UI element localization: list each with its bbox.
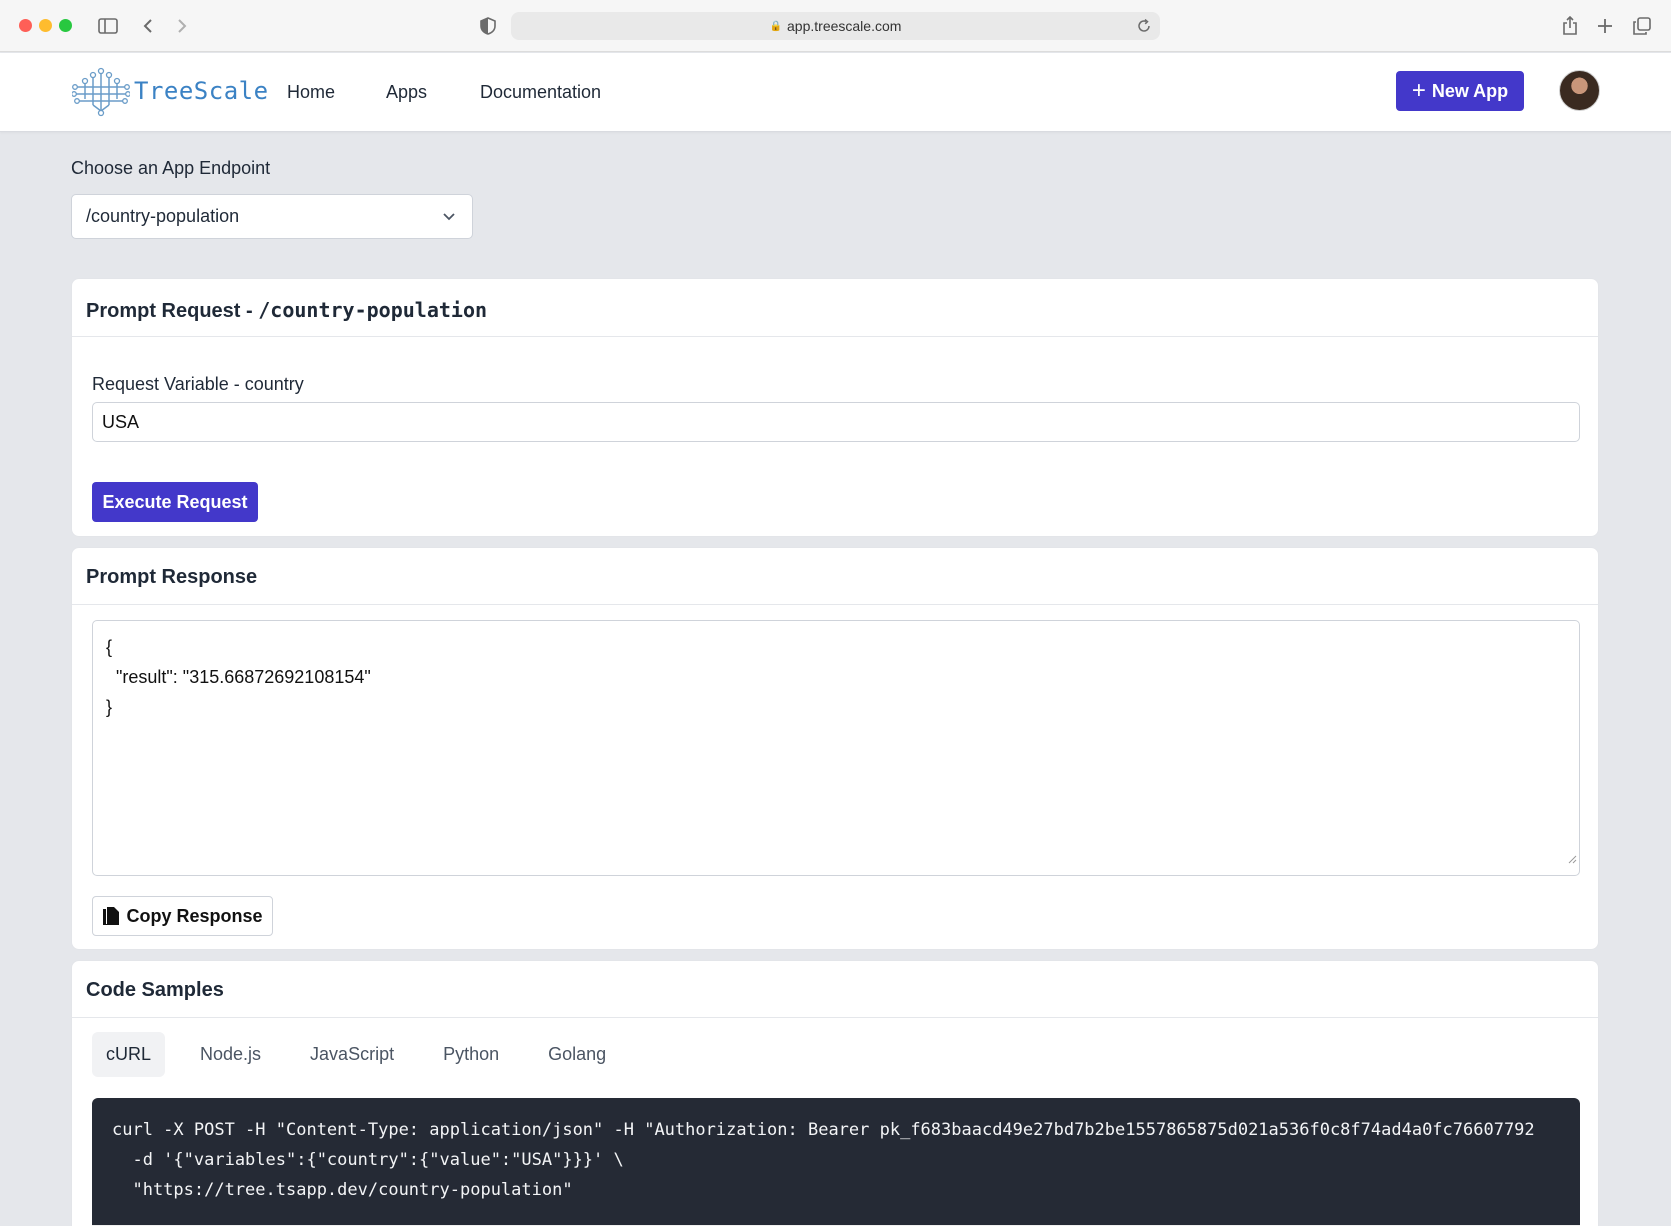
endpoint-label: Choose an App Endpoint: [71, 158, 271, 178]
lock-icon: 🔒: [769, 20, 783, 32]
window-close-dot[interactable]: [19, 19, 32, 32]
reload-icon[interactable]: [1134, 14, 1154, 38]
tab-javascript[interactable]: JavaScript: [296, 1032, 408, 1077]
treescale-logo[interactable]: TreeScale: [72, 65, 269, 117]
prompt-request-title-endpoint: /country-population: [258, 298, 488, 322]
tab-golang[interactable]: Golang: [534, 1032, 620, 1077]
window-zoom-dot[interactable]: [59, 19, 72, 32]
tab-curl[interactable]: cURL: [92, 1032, 166, 1077]
resize-grip-icon[interactable]: [1567, 843, 1577, 873]
share-icon[interactable]: [1560, 14, 1580, 38]
endpoint-selected-value: /country-population: [86, 206, 240, 226]
sidebar-toggle-icon[interactable]: [96, 14, 120, 38]
new-app-label: New App: [1431, 80, 1509, 101]
execute-request-button[interactable]: Execute Request: [92, 482, 258, 522]
nav-documentation[interactable]: Documentation: [480, 82, 601, 103]
copy-icon: [103, 907, 120, 925]
prompt-response-card: Prompt Response { "result": "315.6687269…: [71, 547, 1599, 950]
tab-overview-icon[interactable]: [1632, 14, 1652, 38]
chevron-down-icon: [442, 207, 456, 232]
nav-home[interactable]: Home: [287, 82, 335, 103]
window-minimize-dot[interactable]: [39, 19, 52, 32]
code-samples-title: Code Samples: [86, 979, 224, 1001]
forward-icon[interactable]: [172, 14, 192, 38]
circuit-tree-icon: [72, 67, 130, 117]
tab-nodejs[interactable]: Node.js: [186, 1032, 275, 1077]
card-divider: [72, 1017, 1598, 1018]
card-divider: [72, 604, 1598, 605]
plus-icon: +: [1411, 77, 1426, 104]
copy-response-button[interactable]: Copy Response: [92, 896, 273, 936]
logo-text: TreeScale: [134, 77, 269, 105]
back-icon[interactable]: [138, 14, 158, 38]
app-header: TreeScale Home Apps Documentation + New …: [0, 53, 1671, 132]
copy-response-label: Copy Response: [126, 905, 263, 926]
nav-apps[interactable]: Apps: [386, 82, 427, 103]
prompt-request-title: Prompt Request - /country-population: [86, 298, 487, 323]
code-samples-card: Code Samples cURL Node.js JavaScript Pyt…: [71, 960, 1599, 1226]
privacy-shield-icon[interactable]: [478, 14, 498, 38]
request-variable-label: Request Variable - country: [92, 374, 304, 394]
address-bar[interactable]: 🔒 app.treescale.com: [511, 12, 1160, 40]
code-sample-block[interactable]: curl -X POST -H "Content-Type: applicati…: [92, 1098, 1580, 1225]
endpoint-select[interactable]: /country-population: [71, 194, 473, 239]
url-text: app.treescale.com: [787, 18, 902, 34]
prompt-request-card: Prompt Request - /country-population Req…: [71, 278, 1599, 537]
new-app-button[interactable]: + New App: [1396, 71, 1524, 111]
prompt-request-title-prefix: Prompt Request -: [86, 300, 259, 322]
browser-toolbar: 🔒 app.treescale.com: [0, 0, 1671, 52]
response-textarea[interactable]: { "result": "315.66872692108154" }: [92, 620, 1580, 876]
tab-python[interactable]: Python: [429, 1032, 513, 1077]
request-variable-input[interactable]: [92, 402, 1580, 442]
new-tab-icon[interactable]: [1595, 14, 1615, 38]
prompt-response-title: Prompt Response: [86, 566, 258, 588]
code-language-tabs: cURL Node.js JavaScript Python Golang: [92, 1032, 641, 1077]
card-divider: [72, 336, 1598, 337]
user-avatar[interactable]: [1559, 70, 1600, 111]
response-text: { "result": "315.66872692108154" }: [106, 637, 371, 717]
